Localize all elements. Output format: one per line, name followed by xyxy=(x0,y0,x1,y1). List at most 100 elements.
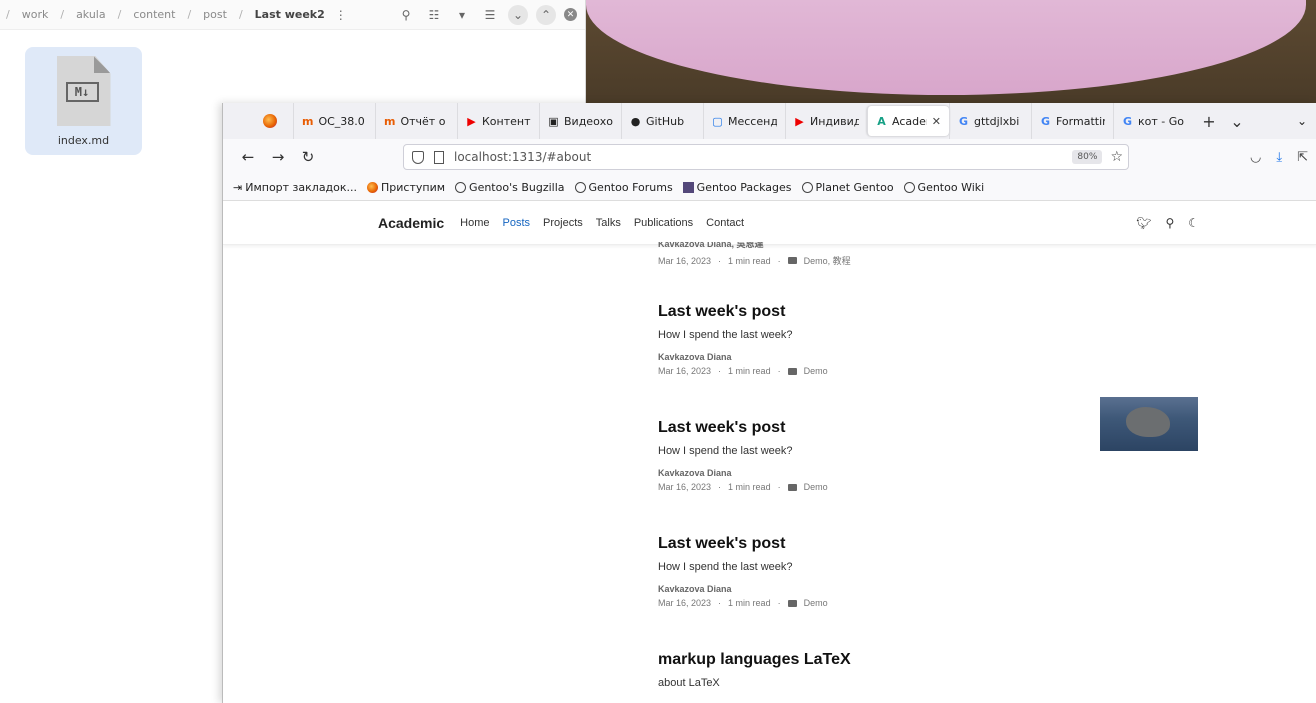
menu-publications[interactable]: Publications xyxy=(634,217,693,229)
post-title[interactable]: Last week's post xyxy=(658,303,828,321)
download-icon[interactable]: ⤓ xyxy=(1276,150,1282,165)
globe-icon xyxy=(801,182,813,193)
url-text[interactable]: localhost:1313/#about xyxy=(454,150,1072,164)
post-summary: How I spend the last week? xyxy=(658,445,793,457)
tab-favicon: A xyxy=(877,114,886,128)
breadcrumb-work[interactable]: work xyxy=(22,8,49,21)
breadcrumb-post[interactable]: post xyxy=(203,8,227,21)
globe-icon xyxy=(574,182,586,193)
menu-projects[interactable]: Projects xyxy=(543,217,583,229)
post-category[interactable]: Demo xyxy=(804,366,828,376)
url-bar[interactable]: localhost:1313/#about 80% ☆ xyxy=(403,144,1129,170)
search-icon[interactable]: ⚲ xyxy=(396,5,416,25)
shield-icon[interactable] xyxy=(412,150,424,164)
tab-favicon: ▢ xyxy=(712,114,723,128)
browser-tab[interactable]: G Formattin xyxy=(1031,103,1113,139)
globe-icon xyxy=(903,182,915,193)
navigation-toolbar: ← → ↻ localhost:1313/#about 80% ☆ ◡ ⤓ ⇱ xyxy=(223,139,1316,175)
browser-tab[interactable]: m Отчёт о xyxy=(375,103,457,139)
tab-label: Отчёт о xyxy=(400,114,446,128)
site-brand[interactable]: Academic xyxy=(378,215,444,231)
post-summary: How I spend the last week? xyxy=(658,329,793,341)
breadcrumb-content[interactable]: content xyxy=(133,8,175,21)
twitter-icon[interactable]: 🐦︎ xyxy=(1136,216,1151,230)
markdown-file-icon: M↓ xyxy=(56,56,111,126)
post-meta: Mar 16, 2023 · 1 min read · Demo xyxy=(658,598,828,608)
post-category[interactable]: Demo xyxy=(804,482,828,492)
menu-talks[interactable]: Talks xyxy=(596,217,621,229)
google-icon: G xyxy=(1040,114,1051,128)
browser-tab-active[interactable]: A Acader ✕ xyxy=(867,106,949,136)
breadcrumb-akula[interactable]: akula xyxy=(76,8,106,21)
bookmark-gentoo-forums[interactable]: Gentoo Forums xyxy=(574,181,673,194)
browser-tab[interactable]: ▣ Видеохо xyxy=(539,103,621,139)
bookmark-import[interactable]: ⇥ Импорт закладок... xyxy=(233,181,357,194)
tab-favicon: ▶ xyxy=(467,114,476,128)
post-item: Last week's post How I spend the last we… xyxy=(658,303,828,376)
menu-home[interactable]: Home xyxy=(460,217,489,229)
globe-icon xyxy=(455,182,467,193)
close-icon[interactable]: ✕ xyxy=(564,8,577,21)
pocket-icon[interactable]: ◡ xyxy=(1250,150,1261,165)
back-icon[interactable]: ← xyxy=(233,148,263,166)
menu-posts[interactable]: Posts xyxy=(503,217,531,229)
bookmark-star-icon[interactable]: ☆ xyxy=(1110,149,1123,165)
browser-tab[interactable]: Gкот - Go xyxy=(1113,103,1195,139)
bookmark-getting-started[interactable]: Приступим xyxy=(367,181,445,194)
post-author[interactable]: Kavkazova Diana xyxy=(658,584,828,594)
overflow-chevron-icon[interactable]: ⌄ xyxy=(1288,114,1316,128)
folder-icon xyxy=(787,367,797,375)
browser-tab[interactable]: ▢ Мессенд xyxy=(703,103,785,139)
google-icon: G xyxy=(958,114,969,128)
browser-tab[interactable]: Ggttdjlxbi xyxy=(949,103,1031,139)
file-item[interactable]: M↓ index.md xyxy=(25,47,142,155)
dark-mode-icon[interactable]: ☾ xyxy=(1188,216,1199,230)
post-meta: Mar 16, 2023 · 1 min read · Demo xyxy=(658,366,828,376)
tab-favicon: ▶ xyxy=(795,114,804,128)
new-tab-icon[interactable]: + xyxy=(1195,112,1223,131)
post-title[interactable]: Last week's post xyxy=(658,535,828,553)
close-tab-icon[interactable]: ✕ xyxy=(932,115,941,128)
tab-bar: m OC_38.0 m Отчёт о ▶ Контент ▣ Видеохо ● Git… xyxy=(223,103,1316,139)
extensions-icon[interactable]: ⇱ xyxy=(1297,150,1308,165)
kebab-menu-icon[interactable]: ⋮ xyxy=(331,5,351,25)
bookmark-planet-gentoo[interactable]: Planet Gentoo xyxy=(801,181,894,194)
bookmark-label: Приступим xyxy=(381,181,446,194)
minimize-icon[interactable]: ⌄ xyxy=(508,4,528,25)
reload-icon[interactable]: ↻ xyxy=(293,148,323,166)
bookmark-gentoo-wiki[interactable]: Gentoo Wiki xyxy=(903,181,984,194)
browser-tab[interactable]: ● GitHub xyxy=(621,103,703,139)
forward-icon[interactable]: → xyxy=(263,148,293,166)
post-category[interactable]: Demo xyxy=(804,598,828,608)
view-toggle-icon[interactable]: ☷ xyxy=(424,5,444,25)
browser-tab[interactable]: ▶ Контент xyxy=(457,103,539,139)
post-author[interactable]: Kavkazova Diana xyxy=(658,468,828,478)
bookmark-gentoo-bugzilla[interactable]: Gentoo's Bugzilla xyxy=(455,181,565,194)
search-icon[interactable]: ⚲ xyxy=(1165,216,1174,230)
post-thumbnail[interactable] xyxy=(1100,397,1198,451)
tab-label: OC_38.0 xyxy=(318,114,365,128)
list-tabs-icon[interactable]: ⌄ xyxy=(1223,112,1251,131)
bookmark-gentoo-packages[interactable]: Gentoo Packages xyxy=(682,181,792,194)
crumb-separator: / xyxy=(60,8,65,21)
firefox-icon[interactable] xyxy=(263,114,277,128)
dropdown-icon[interactable]: ▾ xyxy=(452,5,472,25)
menu-contact[interactable]: Contact xyxy=(706,217,744,229)
menu-icon[interactable]: ☰ xyxy=(480,5,500,25)
firefox-icon xyxy=(367,182,379,193)
folder-icon xyxy=(787,257,797,264)
post-category[interactable]: Demo, 教程 xyxy=(804,254,851,267)
tab-label: gttdjlxbi xyxy=(974,114,1020,128)
breadcrumb-current[interactable]: Last week2 xyxy=(255,8,325,21)
bookmark-label: Импорт закладок... xyxy=(245,181,358,194)
maximize-icon[interactable]: ⌃ xyxy=(536,4,556,25)
post-meta: Mar 16, 2023 · 1 min read · Demo, 教程 xyxy=(658,254,851,267)
browser-tab[interactable]: m OC_38.0 xyxy=(293,103,375,139)
post-title[interactable]: Last week's post xyxy=(658,419,828,437)
zoom-badge[interactable]: 80% xyxy=(1072,150,1103,164)
post-title[interactable]: markup languages LaTeX xyxy=(658,651,851,669)
tab-label: Acader xyxy=(892,114,927,128)
post-author[interactable]: Kavkazova Diana xyxy=(658,352,828,362)
browser-tab[interactable]: ▶ Индивид xyxy=(785,103,867,139)
site-navbar: Academic Home Posts Projects Talks Publi… xyxy=(223,201,1316,245)
